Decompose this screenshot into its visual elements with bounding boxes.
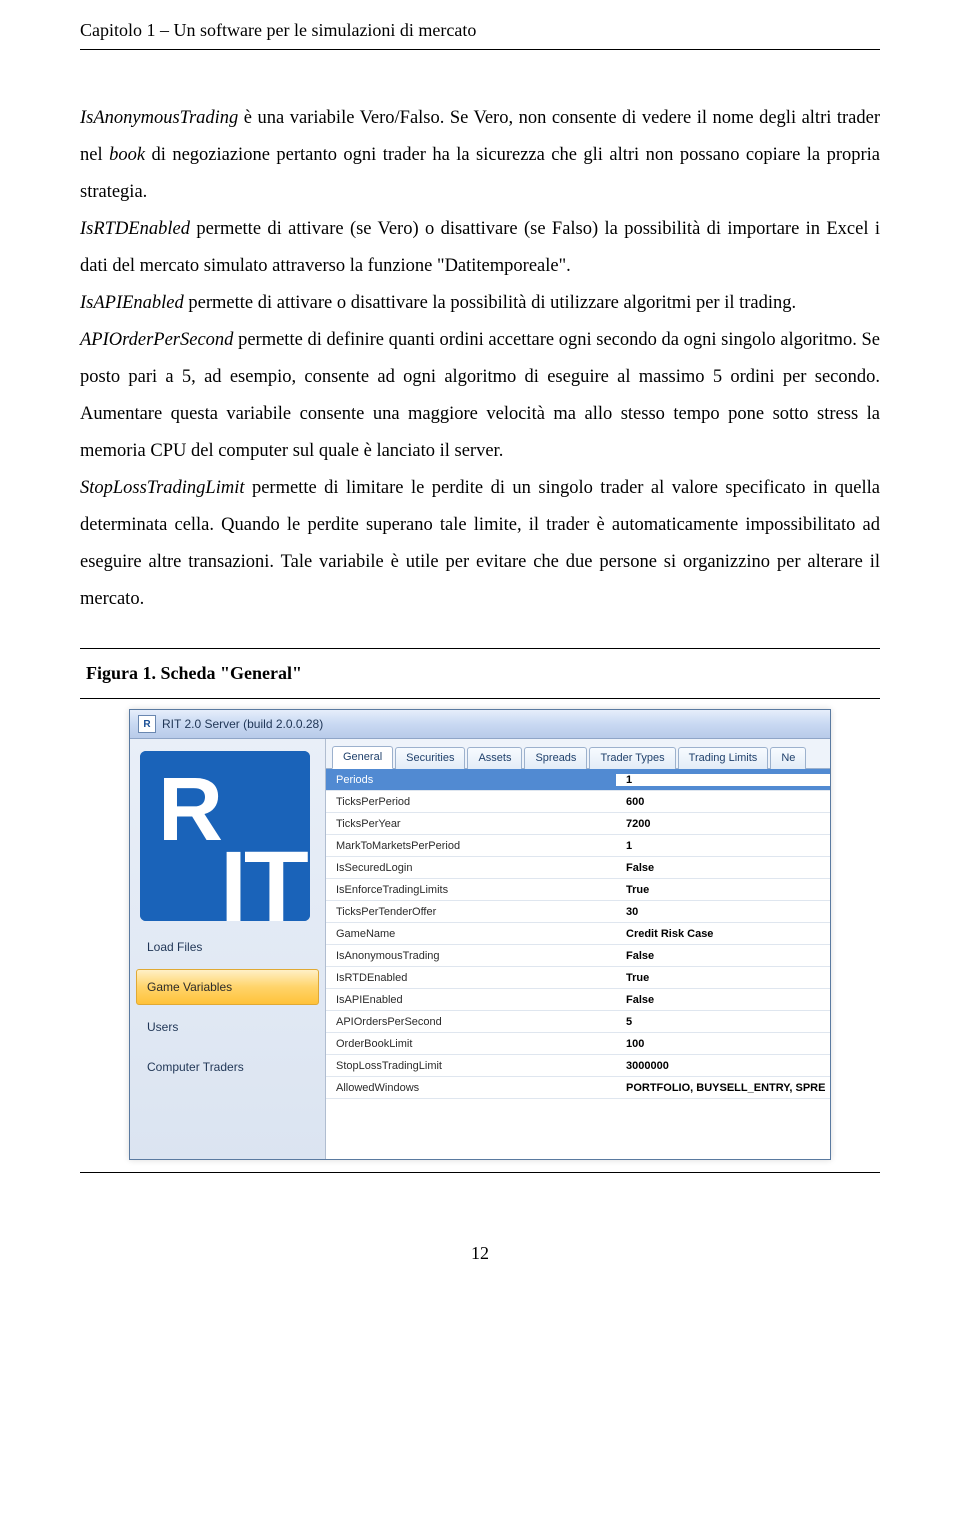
prop-row-ticksperperiod[interactable]: TicksPerPeriod 600 — [326, 791, 830, 813]
figure-title: Scheda "General" — [156, 663, 302, 683]
prop-value[interactable]: 30 — [616, 906, 830, 918]
prop-row-marktomarkets[interactable]: MarkToMarketsPerPeriod 1 — [326, 835, 830, 857]
prop-value[interactable]: 1 — [616, 840, 830, 852]
logo-it-icon: IT — [218, 835, 304, 921]
app-icon: R — [138, 715, 156, 733]
prop-value[interactable]: False — [616, 862, 830, 874]
tab-ne[interactable]: Ne — [770, 747, 806, 769]
prop-row-gamename[interactable]: GameName Credit Risk Case — [326, 923, 830, 945]
prop-key: StopLossTradingLimit — [326, 1060, 616, 1072]
logo-r-icon: R — [158, 765, 223, 855]
tab-spreads[interactable]: Spreads — [524, 747, 587, 769]
prop-value[interactable]: PORTFOLIO, BUYSELL_ENTRY, SPRE — [616, 1082, 830, 1094]
figure-label: Figura 1. — [86, 663, 156, 683]
prop-value[interactable]: False — [616, 994, 830, 1006]
tab-assets[interactable]: Assets — [467, 747, 522, 769]
prop-row-isrtdenabled[interactable]: IsRTDEnabled True — [326, 967, 830, 989]
prop-value[interactable]: 600 — [616, 796, 830, 808]
prop-row-tickspertenderoffer[interactable]: TicksPerTenderOffer 30 — [326, 901, 830, 923]
tabs: General Securities Assets Spreads Trader… — [326, 739, 830, 769]
text: permette di attivare (se Vero) o disatti… — [80, 219, 880, 276]
main-panel: General Securities Assets Spreads Trader… — [326, 739, 830, 1159]
prop-value[interactable]: 100 — [616, 1038, 830, 1050]
window-title: RIT 2.0 Server (build 2.0.0.28) — [162, 717, 323, 731]
figure-rule-top — [80, 648, 880, 649]
prop-key: OrderBookLimit — [326, 1038, 616, 1050]
prop-value[interactable]: False — [616, 950, 830, 962]
prop-value[interactable]: Credit Risk Case — [616, 928, 830, 940]
prop-value[interactable]: 7200 — [616, 818, 830, 830]
sidebar-item-game-variables[interactable]: Game Variables — [136, 969, 319, 1005]
prop-key: AllowedWindows — [326, 1082, 616, 1094]
prop-value[interactable]: 3000000 — [616, 1060, 830, 1072]
prop-row-issecuredlogin[interactable]: IsSecuredLogin False — [326, 857, 830, 879]
prop-key: IsAPIEnabled — [326, 994, 616, 1006]
sidebar-item-users[interactable]: Users — [136, 1009, 319, 1045]
prop-value[interactable]: 5 — [616, 1016, 830, 1028]
prop-key: Periods — [326, 774, 616, 786]
logo-tile: R IT — [140, 751, 310, 921]
term-isanonymoustrading: IsAnonymousTrading — [80, 108, 238, 128]
figure-caption: Figura 1. Scheda "General" — [80, 655, 880, 692]
figure-rule-mid — [80, 698, 880, 699]
body-text: IsAnonymousTrading è una variabile Vero/… — [80, 100, 880, 618]
prop-row-periods[interactable]: Periods 1 — [326, 769, 830, 791]
titlebar[interactable]: R RIT 2.0 Server (build 2.0.0.28) — [130, 710, 830, 739]
property-grid: Periods 1 TicksPerPeriod 600 TicksPerYea… — [326, 769, 830, 1159]
header-rule — [80, 49, 880, 50]
prop-key: TicksPerYear — [326, 818, 616, 830]
prop-row-orderbooklimit[interactable]: OrderBookLimit 100 — [326, 1033, 830, 1055]
tab-general[interactable]: General — [332, 746, 393, 769]
prop-row-allowedwindows[interactable]: AllowedWindows PORTFOLIO, BUYSELL_ENTRY,… — [326, 1077, 830, 1099]
prop-row-ticksperyear[interactable]: TicksPerYear 7200 — [326, 813, 830, 835]
tab-securities[interactable]: Securities — [395, 747, 465, 769]
term-apiorderpersecond: APIOrderPerSecond — [80, 330, 233, 350]
prop-key: APIOrdersPerSecond — [326, 1016, 616, 1028]
prop-row-apiorderspersecond[interactable]: APIOrdersPerSecond 5 — [326, 1011, 830, 1033]
prop-key: IsSecuredLogin — [326, 862, 616, 874]
prop-row-isenforcetradinglimits[interactable]: IsEnforceTradingLimits True — [326, 879, 830, 901]
chapter-header: Capitolo 1 – Un software per le simulazi… — [80, 20, 880, 41]
prop-value[interactable]: 1 — [616, 774, 830, 786]
prop-key: IsAnonymousTrading — [326, 950, 616, 962]
prop-key: IsEnforceTradingLimits — [326, 884, 616, 896]
term-stoplosstradinglimit: StopLossTradingLimit — [80, 478, 245, 498]
term-book: book — [109, 145, 145, 165]
text: permette di attivare o disattivare la po… — [184, 293, 796, 313]
prop-key: TicksPerTenderOffer — [326, 906, 616, 918]
prop-row-isapienabled[interactable]: IsAPIEnabled False — [326, 989, 830, 1011]
prop-value[interactable]: True — [616, 972, 830, 984]
term-isrtdenabled: IsRTDEnabled — [80, 219, 190, 239]
sidebar-item-load-files[interactable]: Load Files — [136, 929, 319, 965]
prop-key: IsRTDEnabled — [326, 972, 616, 984]
text: di negoziazione pertanto ogni trader ha … — [80, 145, 880, 202]
prop-value[interactable]: True — [616, 884, 830, 896]
app-window: R RIT 2.0 Server (build 2.0.0.28) R IT L… — [129, 709, 831, 1160]
tab-trading-limits[interactable]: Trading Limits — [678, 747, 769, 769]
page-number: 12 — [80, 1243, 880, 1264]
figure-rule-bottom — [80, 1172, 880, 1173]
prop-key: GameName — [326, 928, 616, 940]
client-area: R IT Load Files Game Variables Users Com… — [130, 739, 830, 1159]
prop-key: MarkToMarketsPerPeriod — [326, 840, 616, 852]
sidebar-item-computer-traders[interactable]: Computer Traders — [136, 1049, 319, 1085]
tab-trader-types[interactable]: Trader Types — [589, 747, 675, 769]
sidebar: R IT Load Files Game Variables Users Com… — [130, 739, 326, 1159]
screenshot-wrap: R RIT 2.0 Server (build 2.0.0.28) R IT L… — [80, 709, 880, 1160]
prop-row-isanonymoustrading[interactable]: IsAnonymousTrading False — [326, 945, 830, 967]
prop-key: TicksPerPeriod — [326, 796, 616, 808]
prop-row-stoplosstradinglimit[interactable]: StopLossTradingLimit 3000000 — [326, 1055, 830, 1077]
term-isapienabled: IsAPIEnabled — [80, 293, 184, 313]
